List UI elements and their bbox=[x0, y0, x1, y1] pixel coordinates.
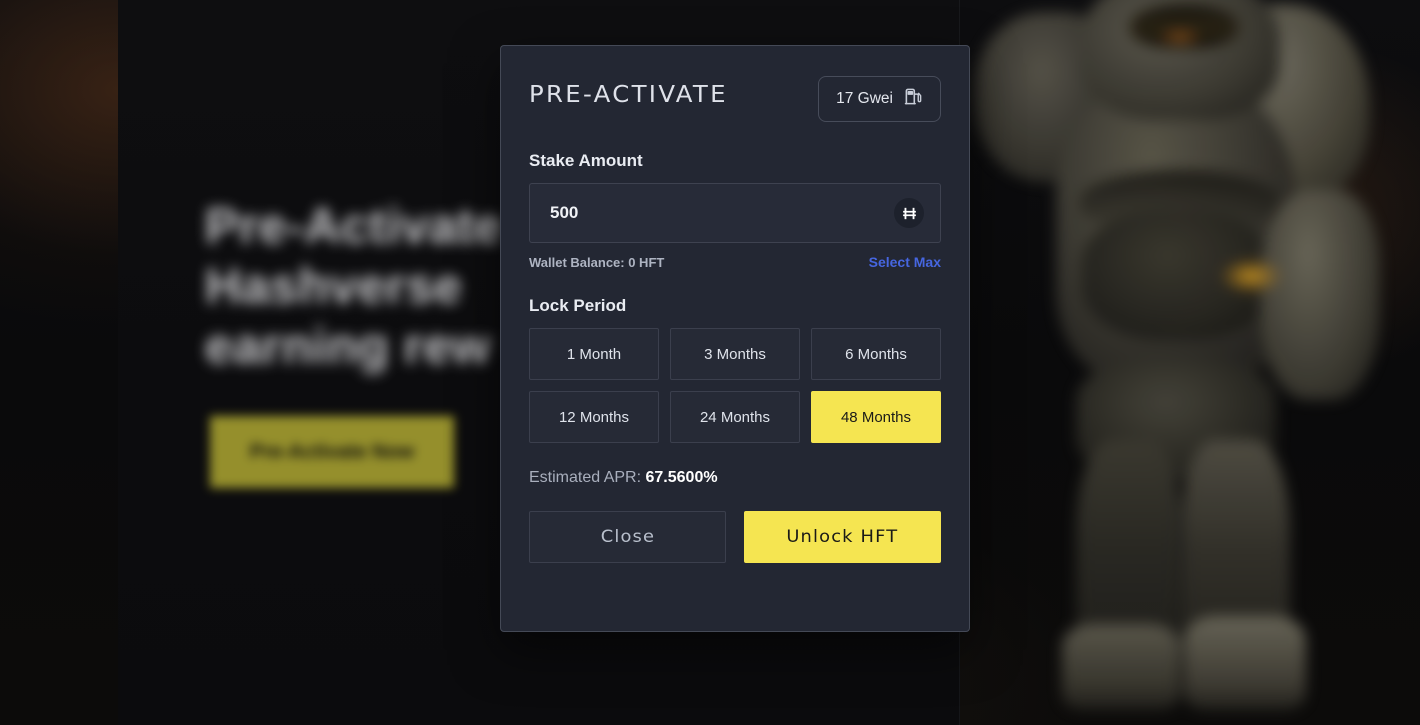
character-boot-right bbox=[1184, 616, 1306, 710]
pre-activate-modal: PRE-ACTIVATE 17 Gwei Stake Amount 500 Wa… bbox=[500, 45, 970, 632]
modal-header: PRE-ACTIVATE 17 Gwei bbox=[529, 76, 941, 130]
character-core-glow bbox=[1222, 260, 1280, 292]
estimated-apr-row: Estimated APR: 67.5600% bbox=[529, 469, 941, 487]
app-root: Pre-Activate Hashverse earning rew Pre-A… bbox=[0, 0, 1420, 725]
lock-period-label: Lock Period bbox=[529, 296, 627, 315]
character-artwork bbox=[960, 0, 1420, 725]
lock-period-option-6-months[interactable]: 6 Months bbox=[811, 328, 941, 380]
unlock-hft-button-label: Unlock HFT bbox=[786, 527, 899, 547]
character-visor-glow bbox=[1158, 28, 1202, 46]
hero-pre-activate-button[interactable]: Pre-Activate Now bbox=[210, 416, 454, 488]
stake-amount-input[interactable] bbox=[546, 203, 894, 223]
lock-period-option-12-months[interactable]: 12 Months bbox=[529, 391, 659, 443]
stake-amount-field[interactable] bbox=[529, 183, 941, 243]
stake-meta-row: Wallet Balance: 0 HFT Select Max bbox=[529, 254, 941, 270]
close-button[interactable]: Close bbox=[529, 511, 726, 563]
hft-token-icon bbox=[894, 198, 924, 228]
modal-title: PRE-ACTIVATE bbox=[529, 82, 728, 108]
estimated-apr-value: 67.5600% bbox=[645, 469, 718, 486]
character-arm-right bbox=[1260, 190, 1380, 400]
close-button-label: Close bbox=[600, 527, 655, 547]
stake-amount-label: Stake Amount bbox=[529, 151, 643, 170]
gas-price-badge[interactable]: 17 Gwei bbox=[818, 76, 941, 122]
unlock-hft-button[interactable]: Unlock HFT bbox=[744, 511, 941, 563]
character-boot-left bbox=[1062, 624, 1180, 710]
lock-period-option-48-months[interactable]: 48 Months bbox=[811, 391, 941, 443]
lock-period-option-3-months[interactable]: 3 Months bbox=[670, 328, 800, 380]
wallet-balance-text: Wallet Balance: 0 HFT bbox=[529, 254, 665, 270]
gas-price-value: 17 Gwei bbox=[836, 90, 893, 107]
lock-period-options: 1 Month 3 Months 6 Months 12 Months 24 M… bbox=[529, 328, 941, 443]
estimated-apr-label: Estimated APR: bbox=[529, 469, 642, 486]
lock-period-option-24-months[interactable]: 24 Months bbox=[670, 391, 800, 443]
lock-period-option-1-month[interactable]: 1 Month bbox=[529, 328, 659, 380]
select-max-button[interactable]: Select Max bbox=[869, 254, 941, 270]
fuel-pump-icon bbox=[904, 87, 923, 111]
modal-actions: Close Unlock HFT bbox=[529, 511, 941, 563]
